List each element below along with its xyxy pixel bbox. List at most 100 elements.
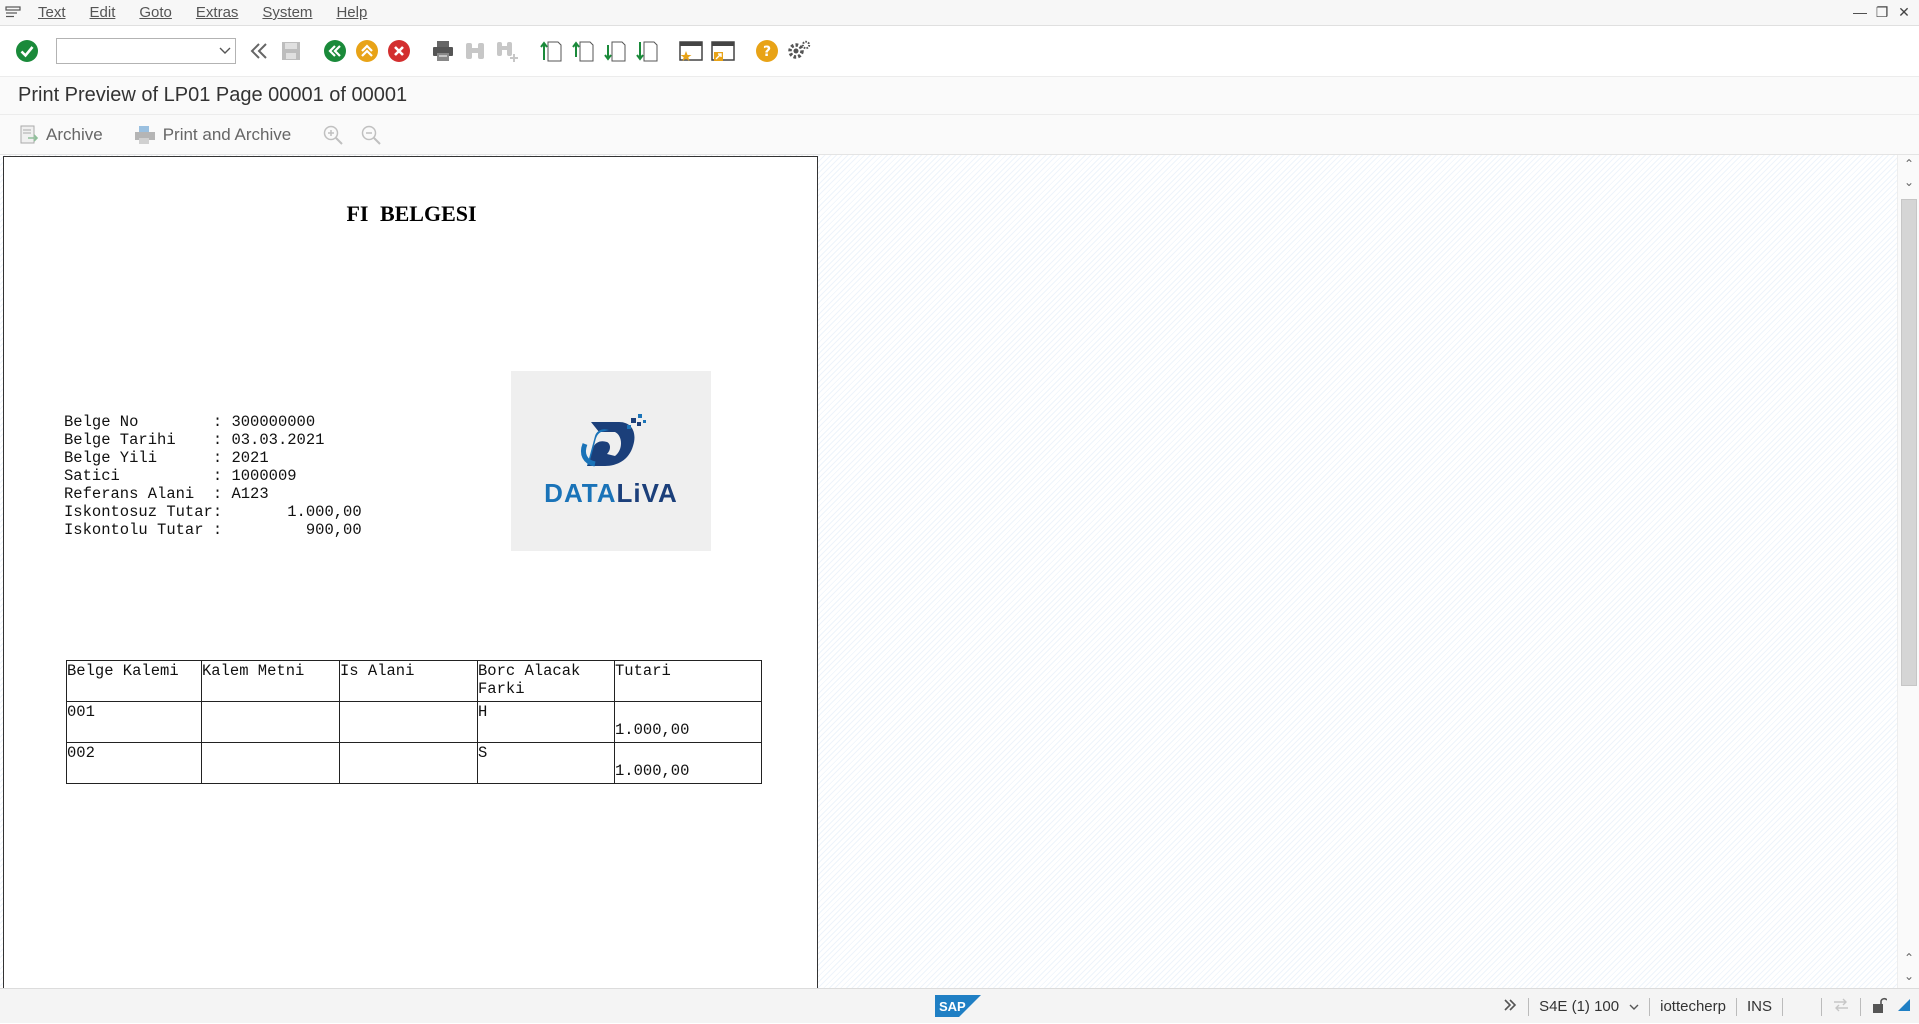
archive-button[interactable]: Archive [18, 124, 103, 146]
binoculars-icon [466, 43, 484, 59]
back-button[interactable] [322, 38, 348, 64]
shortcut-icon [711, 41, 735, 61]
first-page-button[interactable] [538, 38, 564, 64]
svg-text:SAP: SAP [939, 999, 966, 1014]
enter-button[interactable] [14, 38, 40, 64]
print-button[interactable] [430, 38, 456, 64]
logo-wordmark: DATALiVA [544, 477, 678, 508]
field-value: A123 [231, 485, 269, 503]
preview-area: FI BELGESI Belge No : 300000000 Belge Tar… [0, 155, 1897, 989]
table-cell: 1.000,00 [614, 701, 762, 743]
table-cell: S [477, 742, 615, 784]
application-toolbar: Archive Print and Archive [0, 115, 1919, 155]
help-icon: ? [756, 40, 778, 62]
lock-icon[interactable] [1871, 996, 1888, 1018]
table-cell [201, 701, 340, 743]
minimize-icon[interactable]: — [1851, 2, 1869, 22]
save-button[interactable] [278, 38, 304, 64]
cancel-icon [388, 40, 410, 62]
print-archive-icon [134, 125, 155, 144]
table-row: 001 H 1.000,00 [66, 701, 762, 743]
company-logo: DATALiVA [511, 371, 711, 551]
scroll-top-icon[interactable]: ⌃ [1902, 157, 1916, 171]
zoom-out-button[interactable] [359, 123, 383, 147]
next-page-button[interactable] [602, 38, 628, 64]
last-page-button[interactable] [634, 38, 660, 64]
cancel-button[interactable] [386, 38, 412, 64]
field-row: Referans Alani : A123 [64, 485, 269, 503]
scroll-up-icon[interactable]: ⌄ [1902, 175, 1916, 189]
table-cell [339, 742, 478, 784]
first-page-icon [540, 41, 562, 62]
column-header: Tutari [614, 660, 762, 702]
previous-page-button[interactable] [570, 38, 596, 64]
exit-button[interactable] [354, 38, 380, 64]
close-window-icon[interactable]: ✕ [1895, 2, 1913, 22]
svg-text:?: ? [763, 44, 771, 60]
system-dropdown-icon[interactable] [1629, 998, 1639, 1015]
scroll-down-icon[interactable]: ⌃ [1902, 951, 1916, 965]
find-button[interactable] [462, 38, 488, 64]
expand-status-icon[interactable] [1502, 997, 1518, 1017]
connection-icon [1832, 998, 1850, 1016]
chevron-down-icon [219, 47, 231, 54]
sap-logo-icon: SAP [935, 995, 981, 1017]
print-and-archive-button[interactable]: Print and Archive [133, 124, 291, 146]
items-table: Belge Kalemi Kalem Metni Is Alani Borc A… [66, 660, 762, 784]
find-next-button[interactable] [494, 38, 520, 64]
menu-system[interactable]: System [250, 4, 324, 21]
collapse-command-button[interactable] [246, 38, 272, 64]
binoculars-plus-icon [497, 42, 518, 62]
column-header: Is Alani [339, 660, 478, 702]
archive-icon [20, 125, 39, 143]
help-button[interactable]: ? [754, 38, 780, 64]
check-icon [16, 40, 38, 62]
table-row: 002 S 1.000,00 [66, 742, 762, 784]
field-row: Satici : 1000009 [64, 467, 297, 485]
field-value: 1.000,00 [287, 503, 362, 521]
document-page: FI BELGESI Belge No : 300000000 Belge Tar… [3, 156, 818, 989]
menu-help[interactable]: Help [324, 4, 379, 21]
double-chevron-left-icon [250, 43, 267, 59]
table-cell: H [477, 701, 615, 743]
create-shortcut-button[interactable] [710, 38, 736, 64]
table-cell: 002 [66, 742, 202, 784]
table-cell: 001 [66, 701, 202, 743]
window-controls: — ❐ ✕ [1851, 2, 1913, 22]
menu-edit[interactable]: Edit [78, 4, 128, 21]
menu-extras[interactable]: Extras [184, 4, 251, 21]
menu-text[interactable]: Text [26, 4, 78, 21]
next-page-icon [604, 41, 626, 62]
scroll-thumb[interactable] [1901, 199, 1917, 686]
zoom-in-button[interactable] [321, 123, 345, 147]
status-info: S4E (1) 100 iottecherp INS [1502, 989, 1911, 1024]
dataliva-logo-icon [580, 413, 646, 466]
status-bar: SAP S4E (1) 100 iottecherp INS [0, 988, 1919, 1023]
previous-page-icon [572, 41, 594, 62]
customize-layout-button[interactable] [786, 38, 812, 64]
field-row: Belge Tarihi : 03.03.2021 [64, 431, 325, 449]
amount-value: 1.000,00 [615, 721, 690, 739]
exit-icon [356, 40, 378, 62]
table-header-row: Belge Kalemi Kalem Metni Is Alani Borc A… [66, 660, 762, 702]
zoom-out-icon [361, 125, 381, 145]
input-mode[interactable]: INS [1747, 998, 1772, 1015]
field-value: 900,00 [305, 521, 362, 539]
table-cell [339, 701, 478, 743]
scroll-bottom-icon[interactable]: ⌄ [1902, 969, 1916, 983]
field-row: Belge No : 300000000 [64, 413, 316, 431]
field-value: 1000009 [231, 467, 297, 485]
gear-icon [788, 40, 811, 59]
printer-icon [433, 41, 453, 61]
resize-grip-icon[interactable] [1897, 998, 1911, 1016]
last-page-icon [636, 41, 658, 62]
table-cell [201, 742, 340, 784]
new-session-button[interactable] [678, 38, 704, 64]
vertical-scrollbar[interactable]: ⌃ ⌄ ⌃ ⌄ [1897, 155, 1919, 988]
menu-goto[interactable]: Goto [127, 4, 184, 21]
command-field[interactable] [56, 38, 236, 64]
document-title: FI BELGESI [346, 201, 477, 226]
table-cell: 1.000,00 [614, 742, 762, 784]
restore-icon[interactable]: ❐ [1873, 2, 1891, 22]
menu-list-icon[interactable] [0, 1, 26, 25]
